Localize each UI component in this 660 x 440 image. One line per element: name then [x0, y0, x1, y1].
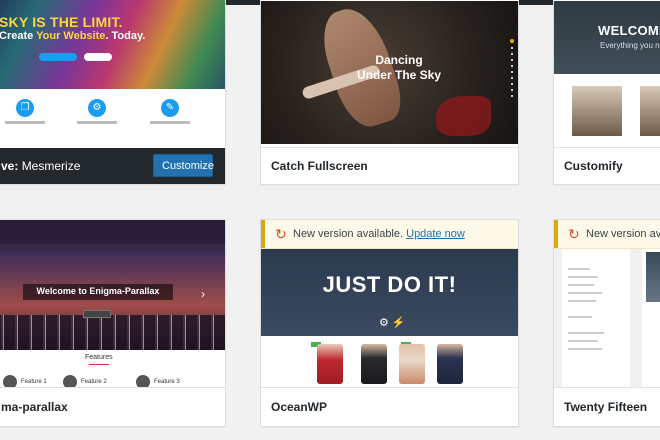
update-notice: ↻ New version availa: [554, 220, 660, 249]
pencil-icon: ✎: [161, 99, 179, 117]
update-notice-text: New version availa: [586, 228, 660, 240]
preview-headline: SKY IS THE LIMIT.: [0, 14, 123, 30]
product-image: [399, 344, 425, 384]
update-now-link[interactable]: Update now: [406, 228, 465, 240]
theme-card-twenty-fifteen[interactable]: ↻ New version availa Twenty Fifteen: [553, 219, 660, 427]
feature-label: [5, 121, 45, 124]
theme-card-enigma-parallax[interactable]: Welcome to Enigma-Parallax › Features Fe…: [0, 219, 226, 427]
preview-sidebar-line: [568, 292, 602, 294]
copy-icon: ❐: [16, 99, 34, 117]
update-notice: ↻ New version available. Update now: [261, 220, 518, 249]
preview-city-lights: [0, 315, 225, 350]
preview-sidebar-line: [568, 348, 602, 350]
refresh-icon: ↻: [568, 226, 580, 242]
theme-name-bar: Catch Fullscreen: [261, 147, 518, 184]
theme-name: Twenty Fifteen: [564, 400, 648, 414]
preview-secondary-button: [84, 53, 112, 61]
preview-subheadline: Create Your Website. Today.: [0, 30, 146, 42]
preview-sidebar-line: [568, 276, 598, 278]
update-notice-text: New version available. Update now: [293, 228, 465, 240]
theme-card-oceanwp[interactable]: JUST DO IT! ⚙ ⚡ ↻ New version available.…: [260, 219, 519, 427]
product-image: [317, 344, 343, 384]
preview-features-area: [0, 89, 225, 139]
theme-screenshot[interactable]: Welcome to Enigma-Parallax › Features Fe…: [0, 220, 225, 390]
preview-header: [0, 220, 225, 244]
preview-team-photo: [640, 86, 660, 136]
preview-sidebar-line: [568, 268, 590, 270]
theme-name-bar: OceanWP: [261, 387, 518, 426]
preview-primary-button: [39, 53, 77, 61]
preview-sidebar-line: [568, 316, 592, 318]
feature-label: [77, 121, 117, 124]
preview-section-title: Features: [85, 354, 113, 361]
active-theme-bar: ve: Mesmerize Customize: [0, 148, 225, 184]
customize-button[interactable]: Customize: [153, 154, 214, 177]
theme-name-bar: Customify: [554, 147, 660, 184]
gears-icon: ⚙: [88, 99, 106, 117]
preview-headline: WELCOME: [598, 23, 660, 38]
active-theme-label: ve: Mesmerize: [1, 159, 81, 173]
preview-title: Dancing Under The Sky: [356, 53, 442, 82]
theme-name: OceanWP: [271, 400, 328, 414]
theme-card-mesmerize[interactable]: SKY IS THE LIMIT. Create Your Website. T…: [0, 0, 226, 185]
preview-sidebar-line: [568, 332, 604, 334]
theme-name: ma-parallax: [1, 400, 68, 414]
preview-sidebar-line: [568, 284, 594, 286]
theme-screenshot[interactable]: SKY IS THE LIMIT. Create Your Website. T…: [0, 0, 225, 139]
feature-label: [150, 121, 190, 124]
product-image: [437, 344, 463, 384]
preview-hero-text: JUST DO IT!: [322, 272, 457, 297]
preview-read-more: [83, 310, 111, 318]
theme-name-bar: ma-parallax: [0, 387, 225, 426]
preview-nav: [0, 244, 225, 252]
preview-sidebar-line: [568, 300, 596, 302]
preview-team-photo: [572, 86, 622, 136]
theme-name-bar: Twenty Fifteen: [554, 387, 660, 426]
feature-label: Feature 1: [21, 379, 47, 385]
preview-subline: Everything you nee: [600, 41, 660, 50]
preview-caption: Welcome to Enigma-Parallax: [23, 284, 173, 300]
preview-red-fabric: [436, 96, 491, 136]
theme-screenshot[interactable]: Dancing Under The Sky: [261, 1, 518, 144]
slider-active-dot: [510, 39, 514, 43]
product-image: [361, 344, 387, 384]
feature-label: Feature 3: [154, 379, 180, 385]
preview-post-image: [646, 252, 660, 302]
preview-sidebar-line: [568, 340, 598, 342]
theme-card-customify[interactable]: WELCOME Everything you nee Customify: [553, 0, 660, 185]
theme-screenshot[interactable]: WELCOME Everything you nee: [554, 1, 660, 144]
slider-pagination: [511, 41, 513, 101]
preview-sidebar: [562, 249, 630, 390]
theme-name: Catch Fullscreen: [271, 159, 368, 173]
refresh-icon: ↻: [275, 226, 287, 242]
chevron-right-icon: ›: [201, 287, 205, 301]
preview-divider: [89, 364, 109, 365]
gear-bolt-icon: ⚙ ⚡: [379, 317, 406, 329]
theme-name: Customify: [564, 159, 623, 173]
feature-label: Feature 2: [81, 379, 107, 385]
theme-card-catch-fullscreen[interactable]: Dancing Under The Sky Catch Fullscreen: [260, 0, 519, 185]
